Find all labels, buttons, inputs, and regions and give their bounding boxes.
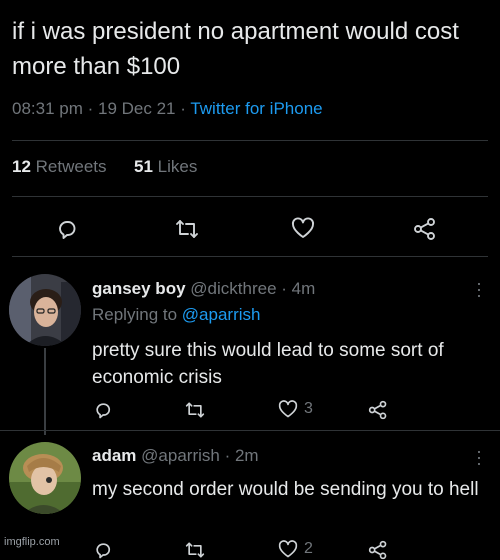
likes-label: Likes bbox=[157, 157, 198, 176]
thread-line bbox=[44, 348, 46, 435]
separator: · bbox=[281, 279, 292, 298]
author-handle[interactable]: @aparrish bbox=[141, 446, 220, 465]
likes-count: 51 bbox=[134, 157, 153, 176]
retweet-button[interactable] bbox=[184, 400, 206, 420]
reply-icon bbox=[93, 540, 113, 560]
author-name[interactable]: adam bbox=[92, 446, 136, 465]
tweet-date: 19 Dec 21 bbox=[98, 99, 176, 118]
tweet-meta: 08:31 pm · 19 Dec 21 · Twitter for iPhon… bbox=[12, 99, 323, 119]
retweet-button[interactable] bbox=[174, 217, 200, 241]
divider bbox=[12, 140, 488, 141]
share-icon bbox=[367, 540, 389, 560]
like-count: 2 bbox=[304, 540, 313, 557]
like-button[interactable]: 2 bbox=[277, 539, 313, 559]
tweet-stats: 12 Retweets 51 Likes bbox=[12, 157, 197, 177]
like-button[interactable]: 3 bbox=[277, 399, 313, 419]
tweet-text: if i was president no apartment would co… bbox=[12, 18, 459, 80]
retweet-icon bbox=[184, 540, 206, 560]
author-name[interactable]: gansey boy bbox=[92, 279, 186, 298]
like-icon bbox=[290, 216, 316, 240]
mention-link[interactable]: @aparrish bbox=[182, 305, 261, 324]
retweets-label: Retweets bbox=[35, 157, 107, 176]
reply-button[interactable] bbox=[55, 217, 79, 241]
like-icon bbox=[277, 399, 299, 419]
watermark: imgflip.com bbox=[4, 536, 60, 548]
reply-icon bbox=[55, 217, 79, 241]
reply-text: pretty sure this would lead to some sort… bbox=[92, 340, 444, 388]
tweet-time: 08:31 pm bbox=[12, 99, 83, 118]
separator: · bbox=[224, 446, 235, 465]
retweets-count: 12 bbox=[12, 157, 31, 176]
avatar[interactable] bbox=[9, 442, 81, 514]
more-icon[interactable]: · · · bbox=[476, 442, 482, 472]
divider bbox=[12, 256, 488, 257]
share-icon bbox=[412, 217, 438, 241]
retweets-stat[interactable]: 12 Retweets bbox=[12, 157, 107, 176]
more-icon[interactable]: · · · bbox=[476, 274, 482, 304]
reply-button[interactable] bbox=[93, 400, 113, 420]
divider bbox=[0, 430, 500, 431]
like-icon bbox=[277, 539, 299, 559]
divider bbox=[12, 196, 488, 197]
share-button[interactable] bbox=[412, 217, 438, 241]
retweet-button[interactable] bbox=[184, 540, 206, 560]
reply-button[interactable] bbox=[93, 540, 113, 560]
share-button[interactable] bbox=[367, 540, 389, 560]
avatar[interactable] bbox=[9, 274, 81, 346]
reply-time[interactable]: 4m bbox=[292, 279, 316, 298]
reply-icon bbox=[93, 400, 113, 420]
share-icon bbox=[367, 400, 389, 420]
reply-time[interactable]: 2m bbox=[235, 446, 259, 465]
reply-header: adam @aparrish · 2m bbox=[92, 446, 259, 466]
like-count: 3 bbox=[304, 400, 313, 417]
reply-text: my second order would be sending you to … bbox=[92, 479, 479, 500]
meta-separator: · bbox=[180, 99, 191, 118]
retweet-icon bbox=[184, 400, 206, 420]
reply-header: gansey boy @dickthree · 4m bbox=[92, 279, 315, 299]
replying-label: Replying to bbox=[92, 305, 178, 324]
tweet-source-link[interactable]: Twitter for iPhone bbox=[190, 99, 322, 118]
replying-to: Replying to @aparrish bbox=[92, 305, 260, 325]
retweet-icon bbox=[174, 217, 200, 241]
meta-separator: · bbox=[87, 99, 99, 118]
like-button[interactable] bbox=[290, 216, 316, 240]
likes-stat[interactable]: 51 Likes bbox=[134, 157, 197, 176]
author-handle[interactable]: @dickthree bbox=[190, 279, 276, 298]
share-button[interactable] bbox=[367, 400, 389, 420]
